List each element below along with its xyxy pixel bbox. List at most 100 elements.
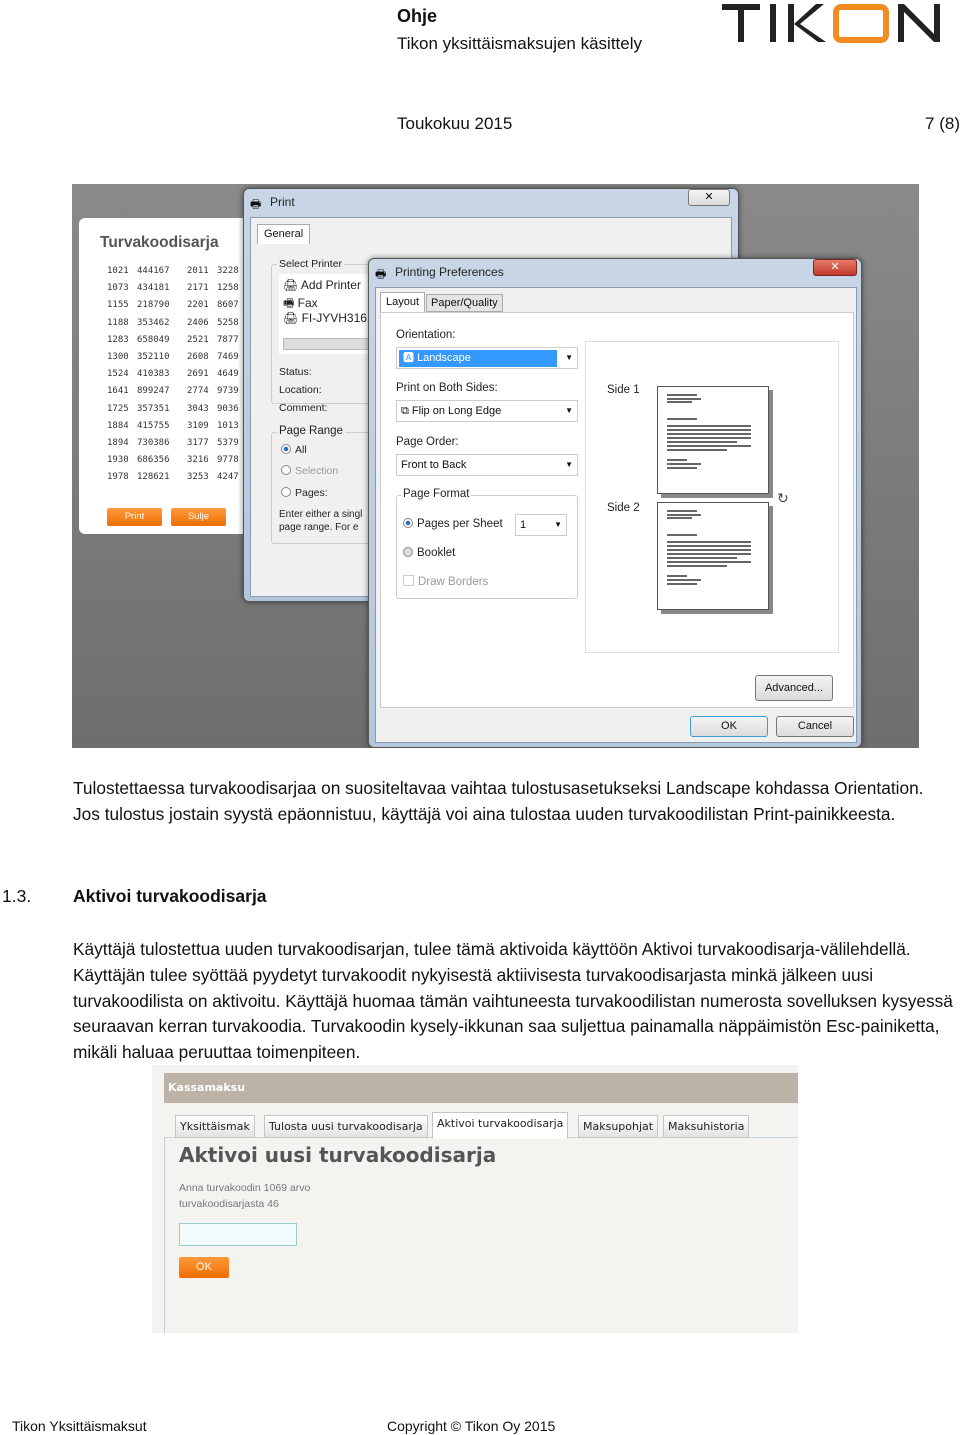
- ok-button[interactable]: OK: [690, 716, 768, 737]
- code-cell: 686356: [137, 455, 170, 466]
- close-icon[interactable]: ✕: [813, 259, 857, 276]
- radio-pages[interactable]: Pages:: [281, 487, 328, 499]
- hint-text: Enter either a singl: [279, 509, 363, 520]
- chevron-down-icon[interactable]: ▼: [565, 401, 573, 421]
- close-icon[interactable]: ✕: [688, 189, 730, 206]
- code-row: 1021 444167 2011 3228: [107, 266, 247, 283]
- code-cell: 1524: [107, 369, 129, 380]
- code-cell: 352110: [137, 351, 170, 362]
- code-cell: 1641: [107, 386, 129, 397]
- section-number: 1.3.: [2, 886, 32, 906]
- code-row: 1978 128621 3253 4247: [107, 472, 247, 489]
- chevron-down-icon[interactable]: ▼: [554, 515, 562, 535]
- landscape-icon: 🅰: [403, 352, 414, 364]
- page-number: 7 (8): [925, 114, 960, 133]
- page-preview-side2: [657, 502, 769, 610]
- fax-icon: 🖷: [283, 296, 295, 310]
- advanced-button[interactable]: Advanced...: [755, 675, 833, 701]
- printer-item[interactable]: 🖨 Add Printer: [283, 278, 361, 292]
- code-cell: 3043: [187, 403, 209, 414]
- printing-preferences-dialog: 🖶 Printing Preferences ✕ Layout Paper/Qu…: [368, 258, 862, 748]
- printer-icon: 🖶: [250, 197, 262, 211]
- pages-per-sheet-select[interactable]: 1 ▼: [515, 514, 567, 536]
- tikon-logo: [722, 2, 942, 44]
- code-cell: 357351: [137, 403, 170, 414]
- code-row: 1894 730386 3177 5379: [107, 438, 247, 455]
- page-order-label: Page Order:: [396, 436, 459, 448]
- both-sides-select[interactable]: ⧉ Flip on Long Edge ▼: [396, 400, 578, 422]
- code-cell: 1283: [107, 334, 129, 345]
- code-row: 1524 410383 2691 4649: [107, 369, 247, 386]
- code-cell: 899247: [137, 386, 170, 397]
- location-label: Location:: [279, 384, 322, 396]
- draw-borders-checkbox[interactable]: Draw Borders: [403, 575, 488, 588]
- comment-label: Comment:: [279, 402, 328, 414]
- tab-yksittaismak[interactable]: Yksittäismak: [175, 1115, 255, 1138]
- both-sides-label: Print on Both Sides:: [396, 382, 498, 394]
- code-input[interactable]: [179, 1223, 297, 1246]
- tab-paper-quality[interactable]: Paper/Quality: [426, 294, 503, 312]
- printer-item[interactable]: 🖨 FI-JYVH316 c: [283, 311, 376, 325]
- network-printer-icon: 🖨: [283, 311, 299, 325]
- tab-aktivoi[interactable]: Aktivoi turvakoodisarja: [432, 1112, 569, 1139]
- code-cell: 1073: [107, 283, 129, 294]
- code-cell: 1021: [107, 266, 129, 276]
- prefs-title: Printing Preferences: [395, 265, 504, 279]
- code-cell: 1300: [107, 351, 129, 362]
- orientation-select[interactable]: 🅰 Landscape ▼: [396, 347, 578, 369]
- code-cell: 1894: [107, 437, 129, 448]
- code-row: 1884 415755 3109 1013: [107, 421, 247, 438]
- chevron-down-icon[interactable]: ▼: [565, 348, 573, 368]
- code-cell: 218790: [137, 300, 170, 311]
- code-cell: 444167: [137, 266, 170, 276]
- code-cell: 3177: [187, 437, 209, 448]
- tab-tulosta[interactable]: Tulosta uusi turvakoodisarja: [264, 1115, 428, 1138]
- select-printer-label: Select Printer: [277, 258, 345, 270]
- turvakoodisarja-panel: Turvakoodisarja 1021 444167 2011 3228 1073 43…: [79, 218, 257, 534]
- chevron-down-icon[interactable]: ▼: [565, 455, 573, 475]
- code-cell: 1155: [107, 300, 129, 311]
- paragraph-2: Käyttäjä tulostettua uuden turvakoodisar…: [73, 939, 953, 1063]
- tab-maksupohjat[interactable]: Maksupohjat: [578, 1115, 659, 1138]
- print-screenshot: Turvakoodisarja 1021 444167 2011 3228 1073 43…: [72, 184, 919, 748]
- footer-copyright: Copyright © Tikon Oy 2015: [387, 1418, 556, 1434]
- ok-button[interactable]: OK: [179, 1257, 229, 1278]
- doc-title: Ohje: [397, 6, 438, 26]
- selected-option[interactable]: 🅰 Landscape: [399, 350, 557, 367]
- radio-pages-per-sheet[interactable]: Pages per Sheet: [403, 518, 503, 530]
- activate-screenshot: Kassamaksu Yksittäismak Tulosta uusi tur…: [152, 1065, 798, 1333]
- code-row: 1283 658049 2521 7877: [107, 335, 247, 352]
- code-row: 1300 352110 2608 7469: [107, 352, 247, 369]
- print-button[interactable]: Print: [107, 508, 162, 526]
- section-title: Aktivoi turvakoodisarja: [73, 886, 267, 906]
- code-cell: 2011: [187, 266, 209, 276]
- code-table: 1021 444167 2011 3228 1073 434181 2171 1258 1155…: [107, 266, 247, 489]
- code-cell: 2406: [187, 317, 209, 328]
- tab-layout[interactable]: Layout: [380, 292, 426, 312]
- code-cell: 2691: [187, 369, 209, 380]
- footer-left: Tikon Yksittäismaksut: [12, 1418, 147, 1434]
- radio-all[interactable]: All: [281, 444, 307, 456]
- print-dialog-title: Print: [270, 195, 295, 209]
- page-range-label: Page Range: [277, 425, 345, 437]
- code-row: 1725 357351 3043 9036: [107, 404, 247, 421]
- code-cell: 415755: [137, 420, 170, 431]
- close-button[interactable]: Sulje: [171, 508, 226, 526]
- radio-selection[interactable]: Selection: [281, 465, 338, 477]
- cancel-button[interactable]: Cancel: [776, 716, 854, 737]
- page-format-label: Page Format: [401, 488, 472, 500]
- add-printer-icon: 🖨: [283, 278, 299, 292]
- page-order-select[interactable]: Front to Back ▼: [396, 454, 578, 476]
- code-cell: 3109: [187, 420, 209, 431]
- code-cell: 2171: [187, 283, 209, 294]
- code-cell: 2608: [187, 351, 209, 362]
- code-cell: 1884: [107, 420, 129, 431]
- tab-maksuhistoria[interactable]: Maksuhistoria: [663, 1115, 750, 1138]
- tab-general[interactable]: General: [257, 224, 311, 244]
- hint-text: page range. For e: [279, 522, 359, 533]
- code-cell: 1725: [107, 403, 129, 414]
- code-cell: 2201: [187, 300, 209, 311]
- radio-booklet[interactable]: Booklet: [403, 547, 455, 559]
- code-cell: 128621: [137, 472, 170, 483]
- orientation-label: Orientation:: [396, 329, 456, 341]
